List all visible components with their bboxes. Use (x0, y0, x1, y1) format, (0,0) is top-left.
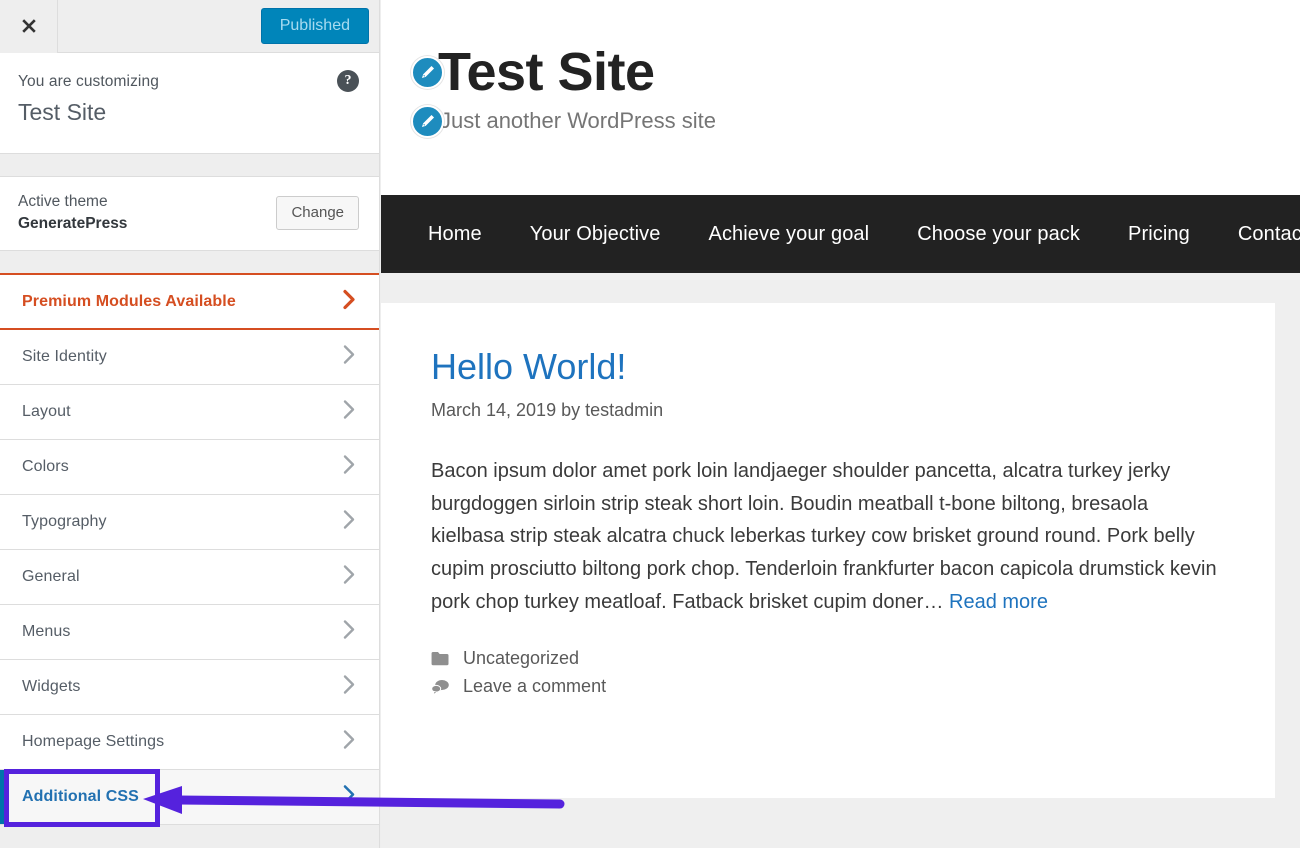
active-theme-text: Active theme GeneratePress (18, 190, 127, 236)
site-preview: Test Site Just another WordPress site Ho… (381, 0, 1300, 848)
active-theme-name: GeneratePress (18, 213, 127, 235)
post-author[interactable]: testadmin (585, 400, 663, 420)
post-comments-line: Leave a comment (431, 676, 1227, 697)
preview-content-area: Hello World! March 14, 2019 by testadmin… (381, 273, 1300, 848)
sidebar-section-label: Site Identity (22, 348, 107, 366)
post-excerpt-ellipsis: … (923, 591, 949, 613)
preview-site-header: Test Site Just another WordPress site (381, 0, 1300, 195)
nav-item-contact-me[interactable]: Contact Me (1214, 223, 1300, 246)
site-tagline: Just another WordPress site (440, 107, 716, 136)
customizer-header: Published (0, 0, 379, 53)
customizer-section-list: Premium Modules Available Site Identity La… (0, 273, 379, 825)
edit-site-title-pencil-icon[interactable] (411, 56, 444, 89)
sidebar-section-label: Premium Modules Available (22, 293, 236, 311)
post-by-word: by (561, 400, 580, 420)
comments-icon (431, 679, 453, 695)
chevron-right-icon (341, 729, 357, 756)
nav-item-achieve-your-goal[interactable]: Achieve your goal (685, 223, 894, 246)
post-card: Hello World! March 14, 2019 by testadmin… (381, 303, 1275, 798)
sidebar-section-label: Colors (22, 458, 69, 476)
active-theme-block: Active theme GeneratePress Change (0, 176, 379, 251)
chevron-right-icon (341, 399, 357, 426)
publish-area: Published (58, 8, 379, 45)
chevron-right-icon (341, 344, 357, 371)
chevron-right-icon (341, 454, 357, 481)
nav-item-choose-your-pack[interactable]: Choose your pack (893, 223, 1104, 246)
sidebar-section-premium-modules-available[interactable]: Premium Modules Available (0, 273, 379, 330)
chevron-right-icon (341, 288, 357, 315)
chevron-right-icon (341, 674, 357, 701)
chevron-right-icon (341, 564, 357, 591)
sidebar-spacer (0, 154, 379, 176)
sidebar-section-menus[interactable]: Menus (0, 605, 379, 660)
chevron-right-icon (341, 509, 357, 536)
customizer-sidebar: Published You are customizing Test Site … (0, 0, 380, 848)
nav-item-home[interactable]: Home (404, 223, 506, 246)
sidebar-section-label: Additional CSS (22, 788, 139, 806)
sidebar-section-layout[interactable]: Layout (0, 385, 379, 440)
chevron-right-icon (341, 784, 357, 811)
customizing-info: You are customizing Test Site ? (0, 53, 379, 154)
leave-comment-link[interactable]: Leave a comment (463, 676, 606, 697)
close-customizer-button[interactable] (0, 0, 58, 53)
sidebar-section-typography[interactable]: Typography (0, 495, 379, 550)
sidebar-tail (0, 825, 379, 848)
help-icon[interactable]: ? (337, 70, 359, 92)
site-tagline-row: Just another WordPress site (411, 105, 1300, 138)
sidebar-section-widgets[interactable]: Widgets (0, 660, 379, 715)
sidebar-section-label: Menus (22, 623, 71, 641)
active-theme-label: Active theme (18, 190, 127, 213)
post-entry-footer: Uncategorized Leave a comment (431, 648, 1227, 697)
primary-navigation: HomeYour ObjectiveAchieve your goalChoos… (381, 195, 1300, 273)
sidebar-section-label: General (22, 568, 80, 586)
edit-site-tagline-pencil-icon[interactable] (411, 105, 444, 138)
post-title-link[interactable]: Hello World! (431, 345, 1227, 388)
sidebar-spacer-2 (0, 251, 379, 273)
close-icon (19, 16, 39, 36)
sidebar-section-label: Typography (22, 513, 107, 531)
post-excerpt-text: Bacon ipsum dolor amet pork loin landjae… (431, 460, 1217, 612)
sidebar-section-homepage-settings[interactable]: Homepage Settings (0, 715, 379, 770)
post-meta-header: March 14, 2019 by testadmin (431, 400, 1227, 421)
customizing-label: You are customizing (18, 71, 355, 93)
customizing-site-name: Test Site (18, 98, 355, 127)
post-date: March 14, 2019 (431, 400, 556, 420)
chevron-right-icon (341, 619, 357, 646)
sidebar-section-site-identity[interactable]: Site Identity (0, 330, 379, 385)
nav-item-pricing[interactable]: Pricing (1104, 223, 1214, 246)
sidebar-section-label: Homepage Settings (22, 733, 164, 751)
sidebar-section-colors[interactable]: Colors (0, 440, 379, 495)
publish-button[interactable]: Published (261, 8, 369, 45)
customizer-screen: Published You are customizing Test Site … (0, 0, 1300, 848)
post-excerpt: Bacon ipsum dolor amet pork loin landjae… (431, 455, 1227, 618)
site-title-row: Test Site (411, 44, 1300, 101)
folder-icon (431, 651, 453, 667)
sidebar-section-additional-css[interactable]: Additional CSS (0, 770, 379, 825)
sidebar-section-label: Layout (22, 403, 71, 421)
read-more-link[interactable]: Read more (949, 591, 1048, 613)
nav-item-your-objective[interactable]: Your Objective (506, 223, 685, 246)
sidebar-section-general[interactable]: General (0, 550, 379, 605)
post-category-line: Uncategorized (431, 648, 1227, 669)
site-title[interactable]: Test Site (438, 44, 655, 101)
change-theme-button[interactable]: Change (276, 196, 359, 230)
post-category-link[interactable]: Uncategorized (463, 648, 579, 669)
sidebar-section-label: Widgets (22, 678, 81, 696)
